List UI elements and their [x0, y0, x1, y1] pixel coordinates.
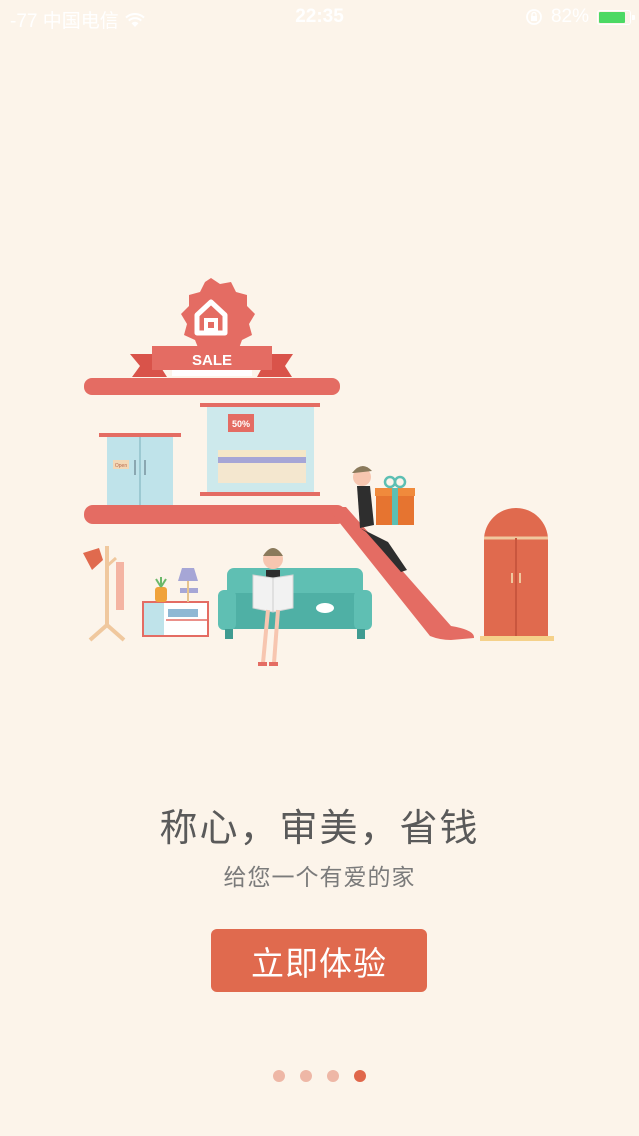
door-sign-text: Open	[115, 463, 127, 469]
sale-ribbon: SALE	[130, 346, 293, 377]
page-dot-active[interactable]	[354, 1070, 366, 1082]
wardrobe-door	[480, 508, 554, 641]
status-right: 82%	[525, 6, 635, 28]
try-now-button[interactable]: 立即体验	[211, 929, 427, 992]
page-indicator	[0, 1070, 639, 1082]
status-bar: -77 中国电信 22:35 82%	[0, 0, 639, 36]
sale-text: SALE	[192, 352, 232, 369]
floor-slab	[84, 505, 346, 524]
sofa	[218, 568, 372, 639]
badge-house-icon	[181, 278, 255, 356]
onboarding-illustration: SALE Open 50%	[83, 278, 554, 666]
onboarding-subline: 给您一个有爱的家	[223, 865, 416, 891]
page-dot[interactable]	[273, 1070, 285, 1082]
coat-stand	[83, 546, 126, 642]
battery-icon	[597, 9, 635, 25]
side-table	[142, 568, 209, 637]
discount-tag-text: 50%	[232, 419, 250, 429]
orientation-lock-icon	[526, 9, 542, 25]
page-dot[interactable]	[300, 1070, 312, 1082]
roof-slab	[84, 378, 340, 395]
onboarding-headline: 称心，审美，省钱	[159, 806, 480, 850]
battery-percent: 82%	[550, 6, 589, 27]
reading-person	[252, 548, 294, 666]
page-dot[interactable]	[327, 1070, 339, 1082]
